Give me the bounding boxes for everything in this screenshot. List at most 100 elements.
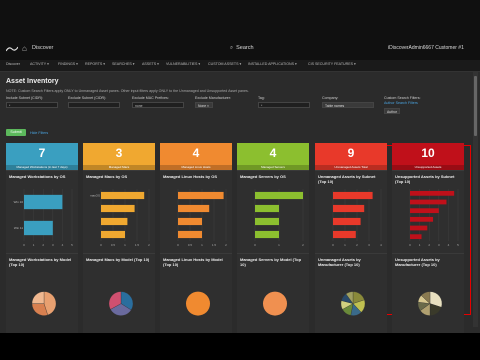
- kpi-tile[interactable]: 4 Managed Servers: [237, 143, 309, 170]
- submit-button[interactable]: Submit: [6, 129, 26, 136]
- bar[interactable]: [178, 217, 202, 226]
- bar[interactable]: [333, 204, 365, 213]
- bar[interactable]: [410, 216, 434, 222]
- kpi-value: 3: [115, 146, 123, 160]
- user-menu[interactable]: iDiscoverAdmin6667 Customer #1: [388, 45, 464, 51]
- nav-item-cis-security[interactable]: CIS SECURITY FEATURES ▾: [308, 62, 356, 66]
- tick-label: 1: [419, 243, 421, 247]
- bar-chart-panel: Unmanaged Assets by Subnet (Top 10) 0 1 2 3 4: [315, 170, 387, 253]
- exclude-manufacturer-select[interactable]: None ×: [195, 102, 213, 108]
- bar[interactable]: [333, 191, 373, 200]
- bar-chart: 0 0.5 1 1.5 2: [177, 189, 227, 247]
- bar[interactable]: [101, 230, 125, 239]
- tick-label: 3: [52, 243, 54, 247]
- nav-item-vulnerabilities[interactable]: VULNERABILITIES ▾: [166, 62, 200, 66]
- bar-chart-panel: Managed Macs by OS 0 0.5 1 1.5 2 macOS: [83, 170, 155, 253]
- vertical-scrollbar[interactable]: [473, 72, 478, 327]
- app-name[interactable]: Discover: [32, 45, 53, 51]
- search-control[interactable]: ⌕ Search: [230, 45, 254, 52]
- nav-item-custom-assets[interactable]: CUSTOM ASSETS ▾: [208, 62, 241, 66]
- kpi-tile[interactable]: 7 Managed Workstations (in last 7 days): [6, 143, 78, 170]
- tick-label: 1: [344, 243, 346, 247]
- bar[interactable]: [410, 199, 447, 205]
- bar[interactable]: [410, 208, 439, 214]
- pie-chart: [417, 291, 443, 316]
- bar[interactable]: [255, 230, 279, 239]
- nav-item-discover[interactable]: Discover: [6, 62, 20, 66]
- bar[interactable]: [410, 234, 422, 240]
- bar[interactable]: [178, 230, 202, 239]
- exclude-mac-input[interactable]: none: [132, 102, 184, 108]
- bar[interactable]: [255, 204, 279, 213]
- tick-label: 0.5: [188, 243, 193, 247]
- kpi-value: 4: [269, 146, 277, 160]
- tick-label: 5: [71, 243, 73, 247]
- bar-chart: 0 1 2 3 4 5 Win 10 Win 11: [14, 189, 73, 247]
- custom-search-select[interactable]: Author: [384, 108, 400, 114]
- pie-slice[interactable]: [263, 291, 287, 316]
- kpi-tile[interactable]: 4 Managed Linux Hosts: [160, 143, 232, 170]
- bar[interactable]: [410, 190, 455, 196]
- bar-chart: 0 1 2 3 4 5: [409, 189, 459, 247]
- bar[interactable]: [333, 230, 356, 239]
- kpi-tile[interactable]: 9 Unmanaged Assets Total: [315, 143, 387, 170]
- bar[interactable]: [255, 191, 303, 200]
- bar[interactable]: [333, 217, 361, 226]
- nav-item-activity[interactable]: ACTIVITY ▾: [30, 62, 49, 66]
- bar[interactable]: [101, 204, 135, 213]
- tick-label: 2: [42, 243, 44, 247]
- tick-label: 1: [124, 243, 126, 247]
- hide-filters-link[interactable]: Hide Filters: [30, 131, 48, 135]
- kpi-value: 4: [192, 146, 200, 160]
- pie-chart-panel: Managed Servers by Model (Top 10): [237, 253, 309, 333]
- tick-label: 4: [448, 243, 450, 247]
- tick-label: 1.5: [135, 243, 140, 247]
- pie-slice[interactable]: [186, 291, 210, 316]
- bar[interactable]: [24, 194, 63, 210]
- tick-label: 1: [278, 243, 280, 247]
- bar[interactable]: [101, 191, 145, 200]
- nav-item-searches[interactable]: SEARCHES ▾: [112, 62, 135, 66]
- video-frame: ⌂ Discover ⌕ Search iDiscoverAdmin6667 Cu…: [0, 0, 480, 360]
- bar[interactable]: [255, 217, 279, 226]
- page-title: Asset Inventory: [6, 78, 59, 85]
- tick-label: 2: [302, 243, 304, 247]
- pie-chart-panel: Unmanaged Assets by Manufacturer (Top 10…: [315, 253, 387, 333]
- pie-chart: [31, 291, 57, 316]
- include-subnet-input[interactable]: *: [6, 102, 58, 108]
- company-select[interactable]: Table names: [322, 102, 374, 108]
- pie-slice[interactable]: [31, 291, 45, 304]
- category-label: Win 10: [14, 200, 24, 204]
- bar[interactable]: [24, 220, 53, 236]
- filter-label-exclude-manufacturer: Exclude Manufacturer:: [195, 96, 231, 100]
- kpi-tile[interactable]: 3 Managed Macs: [83, 143, 155, 170]
- bar-chart: 0 1 2: [254, 189, 304, 247]
- nav-item-reports[interactable]: REPORTS ▾: [85, 62, 105, 66]
- pie-chart-panel: Managed Workstations by Model (Top 10): [6, 253, 78, 333]
- kpi-value: 10: [421, 146, 435, 160]
- bar[interactable]: [410, 225, 428, 231]
- bar-chart-panel: Managed Linux Hosts by OS 0 0.5 1 1.5 2: [160, 170, 232, 253]
- tick-label: 4: [380, 243, 382, 247]
- bar[interactable]: [101, 217, 128, 226]
- tick-label: 2: [148, 243, 150, 247]
- bar[interactable]: [178, 204, 210, 213]
- bar[interactable]: [178, 191, 224, 200]
- nav-item-findings[interactable]: FINDINGS ▾: [58, 62, 78, 66]
- tick-label: 0.5: [111, 243, 116, 247]
- nav-item-installed-applications[interactable]: INSTALLED APPLICATIONS ▾: [248, 62, 297, 66]
- search-label: Search: [236, 45, 254, 51]
- bar-chart: 0 0.5 1 1.5 2 macOS: [90, 189, 150, 247]
- scrollbar-thumb[interactable]: [474, 76, 477, 136]
- custom-search-filters-link[interactable]: Author Search Filters: [384, 101, 418, 105]
- nav-item-assets[interactable]: ASSETS ▾: [142, 62, 159, 66]
- pie-chart: [340, 291, 366, 316]
- tag-input[interactable]: *: [258, 102, 310, 108]
- tick-label: 0: [100, 243, 102, 247]
- exclude-subnet-input[interactable]: [68, 102, 120, 108]
- kpi-tile[interactable]: 10 Unsupported Assets: [392, 143, 464, 170]
- filter-label-exclude-subnet: Exclude Subnet (CIDR):: [68, 96, 107, 100]
- home-icon[interactable]: ⌂: [22, 44, 27, 53]
- tick-label: 2: [428, 243, 430, 247]
- category-label: Win 11: [14, 226, 23, 230]
